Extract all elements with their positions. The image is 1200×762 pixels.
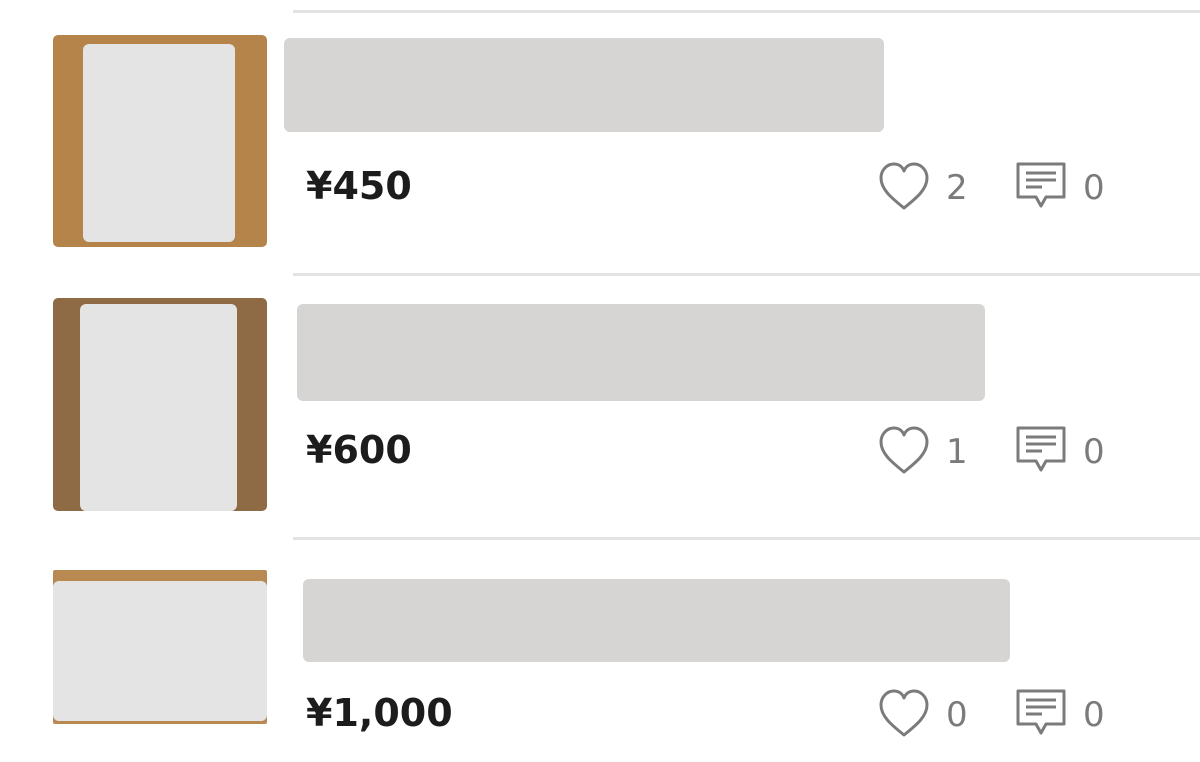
item-price: ¥600 bbox=[306, 428, 412, 472]
heart-outline-icon[interactable] bbox=[876, 686, 932, 742]
item-thumbnail[interactable] bbox=[53, 35, 267, 247]
speech-bubble-icon[interactable] bbox=[1014, 161, 1070, 217]
item-title-placeholder[interactable] bbox=[297, 304, 985, 401]
thumbnail-card-image bbox=[80, 304, 237, 511]
speech-bubble-icon[interactable] bbox=[1014, 425, 1070, 481]
item-price: ¥1,000 bbox=[306, 691, 453, 735]
speech-bubble-icon[interactable] bbox=[1014, 688, 1070, 744]
item-thumbnail[interactable] bbox=[53, 298, 267, 511]
list-divider bbox=[293, 10, 1200, 13]
list-divider bbox=[293, 273, 1200, 276]
comment-count: 0 bbox=[1083, 168, 1105, 208]
item-title-placeholder[interactable] bbox=[303, 579, 1010, 662]
comment-count: 0 bbox=[1083, 695, 1105, 735]
item-title-placeholder[interactable] bbox=[284, 38, 884, 132]
heart-outline-icon[interactable] bbox=[876, 159, 932, 215]
item-price: ¥450 bbox=[306, 164, 412, 208]
heart-outline-icon[interactable] bbox=[876, 423, 932, 479]
like-count: 2 bbox=[946, 168, 968, 208]
like-count: 1 bbox=[946, 432, 968, 472]
comment-count: 0 bbox=[1083, 432, 1105, 472]
list-divider bbox=[293, 537, 1200, 540]
thumbnail-card-image bbox=[83, 44, 235, 242]
item-thumbnail[interactable] bbox=[53, 570, 267, 724]
thumbnail-card-image bbox=[53, 581, 267, 721]
like-count: 0 bbox=[946, 695, 968, 735]
